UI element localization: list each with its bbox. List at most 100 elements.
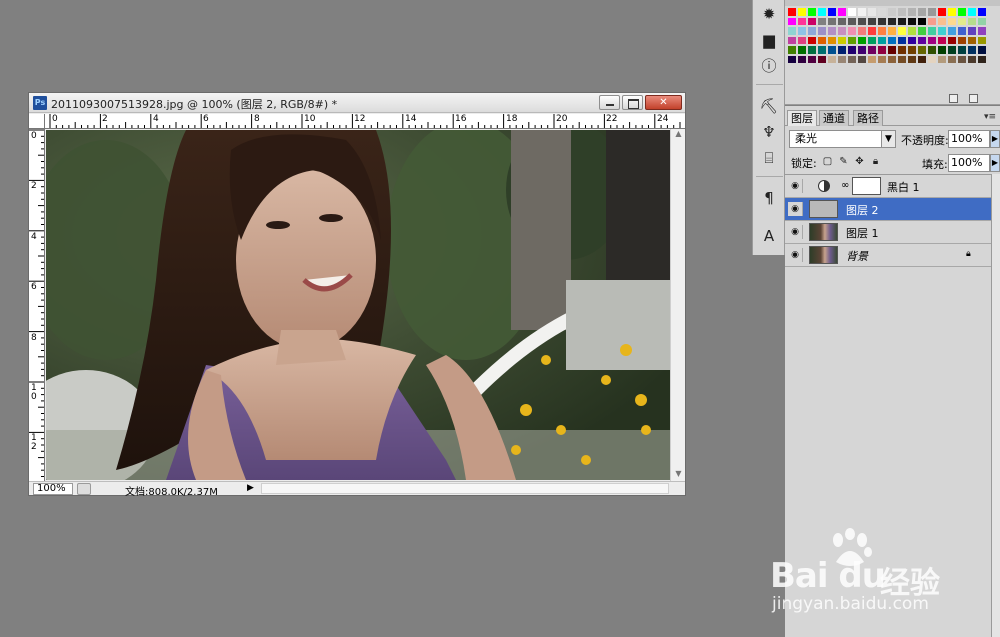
panel-menu-icon[interactable]: ▾≡ <box>984 112 996 122</box>
color-swatch[interactable] <box>867 26 877 36</box>
delete-swatch-icon[interactable] <box>969 94 978 103</box>
color-swatch[interactable] <box>867 16 877 26</box>
color-swatch[interactable] <box>797 35 807 45</box>
ruler-origin[interactable] <box>29 114 45 129</box>
color-swatch[interactable] <box>927 54 937 64</box>
color-swatch[interactable] <box>907 16 917 26</box>
color-swatch[interactable] <box>807 26 817 36</box>
swatches-tab-strip[interactable] <box>785 0 1000 6</box>
color-swatch[interactable] <box>857 45 867 55</box>
paragraph-icon[interactable]: ¶ <box>759 188 779 208</box>
color-swatch[interactable] <box>837 54 847 64</box>
status-info-icon[interactable] <box>77 483 91 495</box>
color-swatch[interactable] <box>877 7 887 17</box>
layer-row[interactable]: ◉ 图层 1 <box>785 221 991 244</box>
color-swatch[interactable] <box>917 35 927 45</box>
histogram-icon[interactable]: ▆ <box>759 30 779 50</box>
color-swatch[interactable] <box>927 16 937 26</box>
color-swatch[interactable] <box>807 7 817 17</box>
color-swatch[interactable] <box>837 7 847 17</box>
swatch-grid[interactable] <box>787 7 989 83</box>
tab-channels[interactable]: 通道 <box>819 110 849 126</box>
color-swatch[interactable] <box>967 26 977 36</box>
color-swatch[interactable] <box>977 7 987 17</box>
chevron-down-icon[interactable]: ▼ <box>881 131 895 147</box>
brushes-icon[interactable]: ⛏ <box>759 96 779 116</box>
status-menu-arrow-icon[interactable]: ▶ <box>247 483 254 493</box>
color-swatch[interactable] <box>957 26 967 36</box>
color-swatch[interactable] <box>927 7 937 17</box>
color-swatch[interactable] <box>937 54 947 64</box>
color-swatch[interactable] <box>887 7 897 17</box>
color-swatch[interactable] <box>817 54 827 64</box>
color-swatch[interactable] <box>787 45 797 55</box>
color-swatch[interactable] <box>887 35 897 45</box>
color-swatch[interactable] <box>827 45 837 55</box>
opacity-field[interactable]: 100% <box>948 130 990 148</box>
color-swatch[interactable] <box>837 16 847 26</box>
color-swatch[interactable] <box>967 35 977 45</box>
color-swatch[interactable] <box>827 26 837 36</box>
color-swatch[interactable] <box>887 54 897 64</box>
color-swatch[interactable] <box>827 35 837 45</box>
color-swatch[interactable] <box>867 35 877 45</box>
color-swatch[interactable] <box>847 26 857 36</box>
color-swatch[interactable] <box>907 26 917 36</box>
color-swatch[interactable] <box>797 54 807 64</box>
color-swatch[interactable] <box>877 35 887 45</box>
color-swatch[interactable] <box>847 16 857 26</box>
color-swatch[interactable] <box>857 16 867 26</box>
color-swatch[interactable] <box>937 35 947 45</box>
color-swatch[interactable] <box>927 35 937 45</box>
zoom-field[interactable]: 100% <box>33 483 73 495</box>
color-swatch[interactable] <box>957 54 967 64</box>
color-swatch[interactable] <box>807 54 817 64</box>
visibility-eye-icon[interactable]: ◉ <box>788 225 803 239</box>
clone-source-icon[interactable]: ♆ <box>759 122 779 142</box>
color-swatch[interactable] <box>967 45 977 55</box>
layer-row-selected[interactable]: ◉ 图层 2 <box>785 198 991 221</box>
color-swatch[interactable] <box>797 26 807 36</box>
color-swatch[interactable] <box>827 54 837 64</box>
color-swatch[interactable] <box>827 16 837 26</box>
opacity-slider-arrow-icon[interactable]: ▶ <box>990 130 1000 148</box>
color-swatch[interactable] <box>967 7 977 17</box>
color-swatch[interactable] <box>877 16 887 26</box>
color-swatch[interactable] <box>897 16 907 26</box>
color-swatch[interactable] <box>977 26 987 36</box>
color-swatch[interactable] <box>857 26 867 36</box>
color-swatch[interactable] <box>947 35 957 45</box>
color-swatch[interactable] <box>947 26 957 36</box>
color-swatch[interactable] <box>787 54 797 64</box>
color-swatch[interactable] <box>797 45 807 55</box>
info-icon[interactable]: ⓘ <box>759 56 779 76</box>
color-swatch[interactable] <box>897 45 907 55</box>
color-swatch[interactable] <box>897 7 907 17</box>
tab-paths[interactable]: 路径 <box>853 110 883 126</box>
color-swatch[interactable] <box>917 54 927 64</box>
color-swatch[interactable] <box>847 7 857 17</box>
lock-transparent-icon[interactable]: ▢ <box>822 156 833 167</box>
color-swatch[interactable] <box>857 54 867 64</box>
layer-mask-thumbnail[interactable] <box>852 177 881 195</box>
maximize-button[interactable] <box>622 95 643 110</box>
layer-row[interactable]: ◉ 背景 🔒︎ <box>785 244 991 267</box>
color-swatch[interactable] <box>867 45 877 55</box>
color-swatch[interactable] <box>787 16 797 26</box>
color-swatch[interactable] <box>797 16 807 26</box>
color-swatch[interactable] <box>847 35 857 45</box>
color-swatch[interactable] <box>937 45 947 55</box>
color-swatch[interactable] <box>957 45 967 55</box>
close-button[interactable] <box>645 95 682 110</box>
color-swatch[interactable] <box>907 7 917 17</box>
color-swatch[interactable] <box>917 7 927 17</box>
color-swatch[interactable] <box>917 26 927 36</box>
color-swatch[interactable] <box>877 54 887 64</box>
visibility-eye-icon[interactable]: ◉ <box>788 179 803 193</box>
color-swatch[interactable] <box>977 16 987 26</box>
color-swatch[interactable] <box>917 45 927 55</box>
tab-layers[interactable]: 图层 <box>787 110 817 126</box>
color-swatch[interactable] <box>807 45 817 55</box>
color-swatch[interactable] <box>907 35 917 45</box>
layer-row[interactable]: ◉ ∞ 黑白 1 <box>785 175 991 198</box>
